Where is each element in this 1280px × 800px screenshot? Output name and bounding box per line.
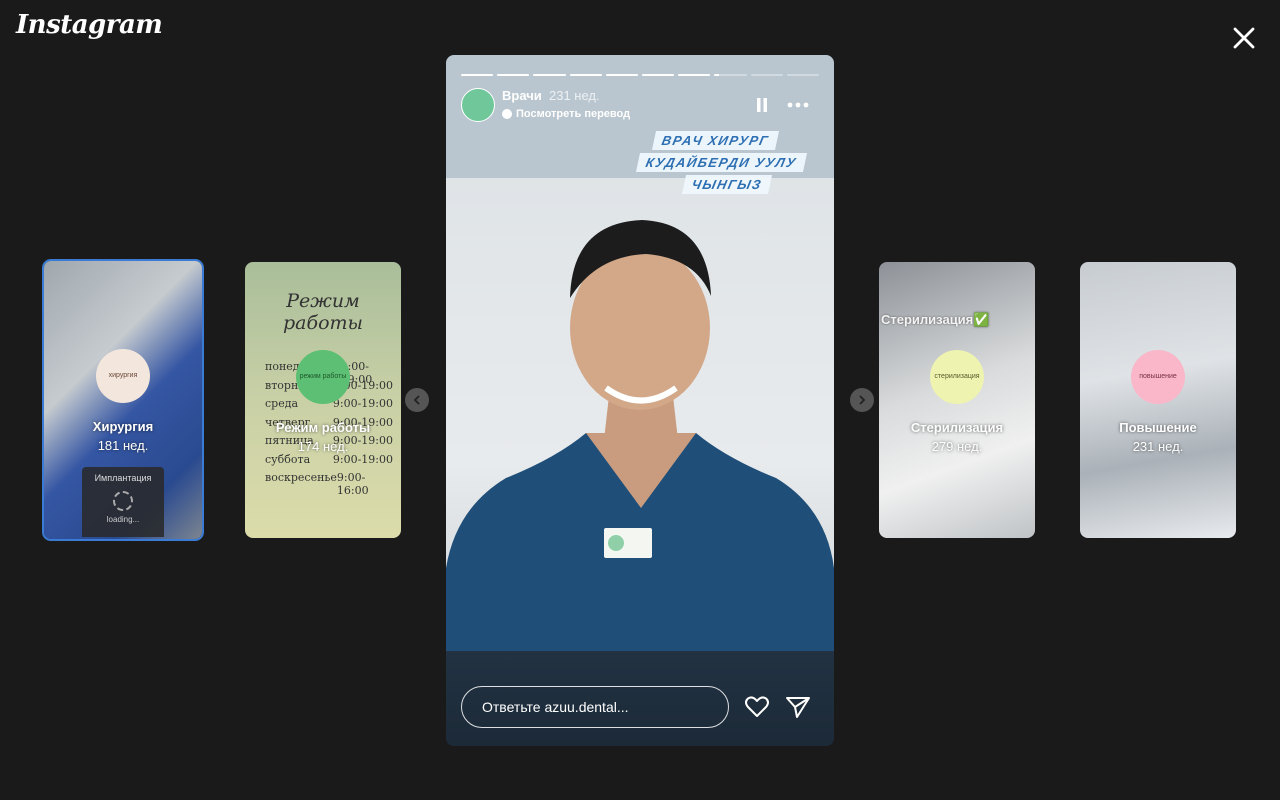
more-options-button[interactable] [786,95,810,115]
progress-segment [605,74,639,76]
loading-status: loading... [106,515,140,524]
highlight-age: 279 нед. [931,439,983,454]
ring-text: режим работы [299,373,347,380]
send-icon [786,697,810,718]
highlight-title: Режим работы [275,420,371,435]
schedule-time: 9:00-19:00 [332,452,393,466]
highlight-ring: хирургия [96,349,150,403]
share-button[interactable] [785,695,813,721]
highlight-age: 181 нед. [97,438,149,453]
caption-line: КУДАЙБЕРДИ УУЛУ [635,153,807,172]
pause-icon [757,98,767,112]
next-story-button[interactable] [850,388,874,412]
close-icon [1233,27,1255,49]
schedule-day: воскресенье [265,471,337,484]
doctor-portrait-image [446,220,834,651]
progress-segment [569,74,602,76]
progress-segment [678,74,711,76]
reply-input[interactable]: Ответьте azuu.dental... [461,686,729,728]
ring-text: повышение [1139,373,1177,380]
highlight-card-qualification[interactable]: повышение Повышение 231 нед. [1080,262,1236,538]
sterilization-overlay-text: Стерилизация✅ [881,312,990,327]
highlight-card-sterilization[interactable]: Стерилизация✅ стерилизация Стерилизация … [879,262,1035,538]
previous-story-button[interactable] [405,388,429,412]
schedule-title: Режим работы [282,290,364,334]
highlight-ring: стерилизация [930,350,984,404]
loading-overlay: Имплантация loading... [82,467,164,537]
highlight-title: Стерилизация [910,420,1004,435]
schedule-day: среда [265,397,299,410]
chevron-left-icon [413,395,420,405]
like-button[interactable] [744,695,772,721]
progress-segment [461,74,494,76]
highlight-ring: повышение [1131,350,1185,404]
highlight-age: 174 нед. [297,439,349,454]
highlight-title: Повышение [1119,420,1197,435]
translate-link[interactable]: Посмотреть перевод [502,108,630,120]
progress-segment [714,74,747,76]
highlight-ring: режим работы [296,350,350,404]
translate-icon [502,109,512,119]
schedule-day: суббота [265,452,311,466]
schedule-row: суббота 9:00-19:00 [265,453,393,472]
avatar[interactable] [461,88,495,122]
progress-segment [750,74,783,76]
story-username[interactable]: Врачи [502,88,542,103]
ring-text: стерилизация [934,373,980,380]
progress-segment [533,74,566,76]
highlight-age: 231 нед. [1132,439,1184,454]
ring-text: хирургия [108,372,138,379]
story-progress-bar [461,74,820,76]
highlight-card-schedule[interactable]: Режим работы понедельник9:00-19:00 вторн… [245,262,401,538]
heart-icon [745,696,769,717]
close-button[interactable] [1226,20,1262,56]
loading-title: Имплантация [94,473,152,483]
progress-segment [786,74,820,76]
pause-button[interactable] [752,95,772,115]
chevron-right-icon [859,395,866,405]
instagram-logo[interactable]: Instagram [16,10,163,40]
schedule-time: 9:00-19:00 [332,397,393,410]
more-icon [787,102,809,108]
highlight-card-surgery[interactable]: хирургия Хирургия 181 нед. Имплантация l… [42,259,204,541]
schedule-time: 9:00-16:00 [336,471,369,497]
story-photo [446,178,834,651]
progress-segment [642,74,675,76]
schedule-row: воскресенье 9:00-16:00 [265,471,393,497]
story-viewer[interactable]: Врачи 231 нед. Посмотреть перевод ВРАЧ Х… [446,55,834,746]
spinner-icon [113,491,133,511]
translate-label: Посмотреть перевод [516,108,631,120]
story-timestamp: 231 нед. [549,88,600,103]
caption-line: ЧЫНГЫЗ [681,175,772,194]
highlight-title: Хирургия [92,419,154,434]
caption-line: ВРАЧ ХИРУРГ [651,131,779,150]
progress-segment [497,74,530,76]
